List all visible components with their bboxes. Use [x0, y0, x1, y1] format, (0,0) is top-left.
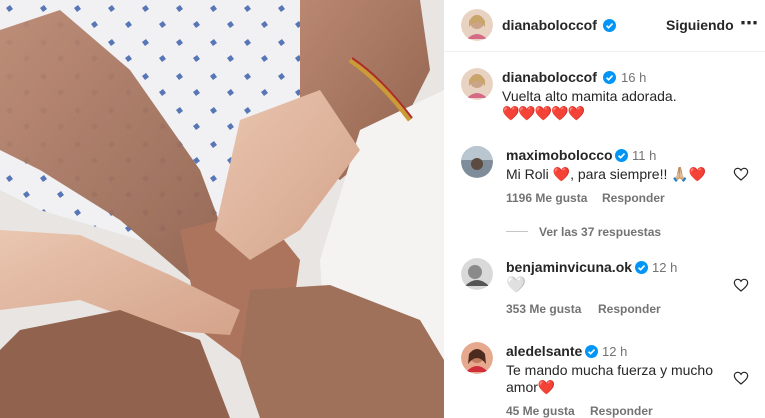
comment-like-count[interactable]: 353 Me gusta: [506, 302, 581, 316]
more-options-icon[interactable]: ⋯: [740, 13, 759, 34]
post-header: dianaboloccof Siguiendo ⋯: [444, 0, 765, 52]
replies-divider: [506, 231, 528, 232]
like-heart-icon[interactable]: [733, 370, 749, 386]
post-author-username[interactable]: dianaboloccof: [502, 17, 597, 33]
avatar[interactable]: [461, 342, 493, 374]
following-button[interactable]: Siguiendo: [666, 17, 734, 33]
avatar[interactable]: [461, 146, 493, 178]
post-photo[interactable]: [0, 0, 444, 418]
comment-reply-button[interactable]: Responder: [590, 404, 653, 418]
verified-badge-icon: [603, 71, 616, 84]
comment-author-username[interactable]: aledelsante: [506, 343, 582, 359]
comment-text-line-1: Te mando mucha fuerza y mucho: [506, 362, 713, 378]
comment-like-count[interactable]: 1196 Me gusta: [506, 191, 587, 205]
caption-timestamp[interactable]: 16 h: [621, 70, 646, 85]
avatar[interactable]: [461, 258, 493, 290]
comment-timestamp[interactable]: 12 h: [652, 260, 677, 275]
comment-like-count[interactable]: 45 Me gusta: [506, 404, 575, 418]
comment-text: 🤍: [506, 277, 526, 294]
post-side-panel: dianaboloccof Siguiendo ⋯ dianaboloccof …: [444, 0, 765, 418]
verified-badge-icon: [635, 261, 648, 274]
avatar[interactable]: [461, 68, 493, 100]
caption-text: Vuelta alto mamita adorada.: [502, 88, 677, 104]
verified-badge-icon: [585, 345, 598, 358]
comment-author-username[interactable]: maximobolocco: [506, 147, 613, 163]
view-replies-link[interactable]: Ver las 37 respuestas: [539, 225, 661, 239]
comment-reply-button[interactable]: Responder: [598, 302, 661, 316]
verified-badge-icon: [615, 149, 628, 162]
comment-text: Mi Roli ❤️, para siempre!! 🙏🏼❤️: [506, 166, 707, 182]
avatar[interactable]: [461, 9, 493, 41]
caption-emoji: ❤️❤️❤️❤️❤️: [502, 105, 585, 121]
comment-author-username[interactable]: benjaminvicuna.ok: [506, 259, 632, 275]
comment-text-line-2: amor❤️: [506, 379, 556, 395]
caption-author-username[interactable]: dianaboloccof: [502, 69, 597, 85]
comment-reply-button[interactable]: Responder: [602, 191, 665, 205]
like-heart-icon[interactable]: [733, 277, 749, 293]
verified-badge-icon: [603, 19, 616, 32]
comment-timestamp[interactable]: 12 h: [602, 344, 627, 359]
hands-photo-image: [0, 0, 444, 418]
like-heart-icon[interactable]: [733, 166, 749, 182]
comment-timestamp[interactable]: 11 h: [632, 148, 656, 163]
